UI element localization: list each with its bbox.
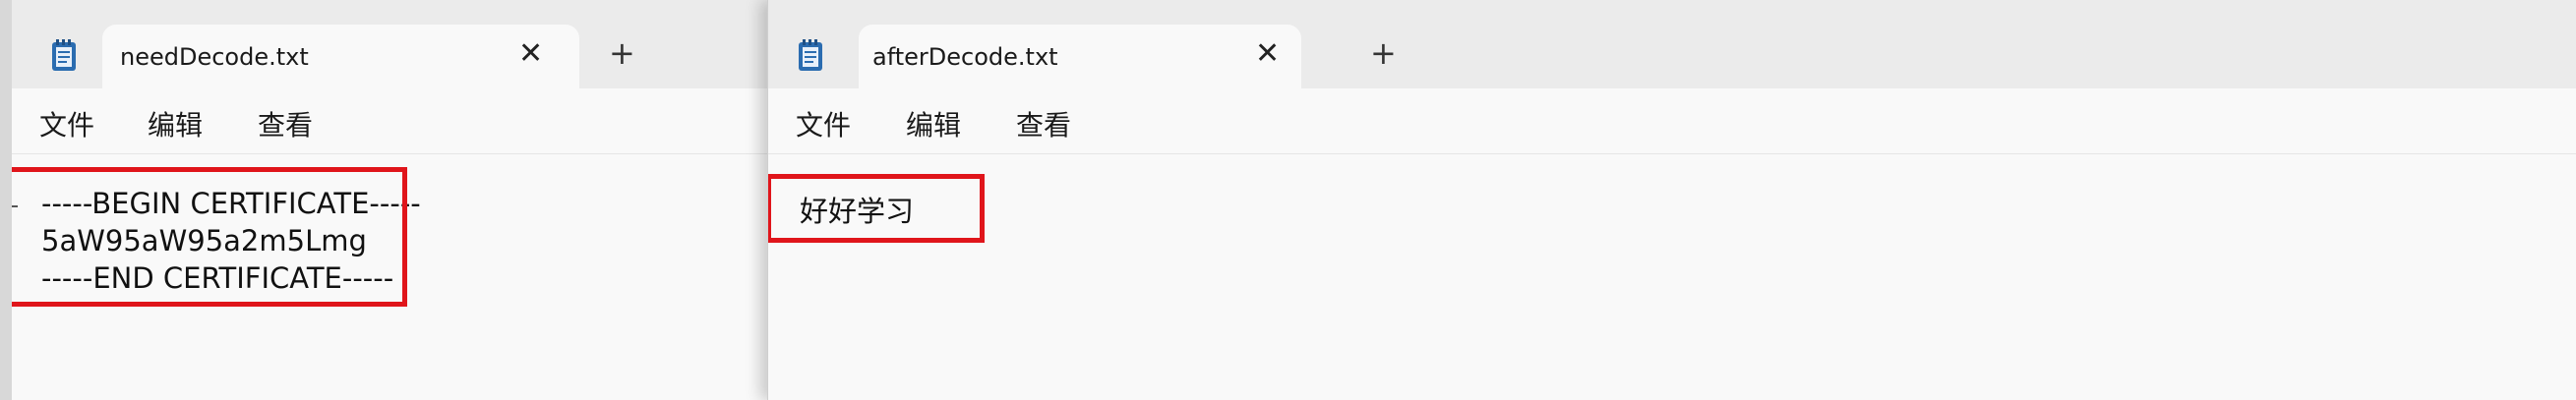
menu-bar: 文件 编辑 查看 [12, 88, 787, 154]
title-bar: afterDecode.txt ✕ + [768, 0, 2576, 88]
close-tab-icon[interactable]: ✕ [518, 39, 543, 69]
tab-needdecode[interactable]: needDecode.txt ✕ [52, 25, 579, 88]
new-tab-button[interactable]: + [609, 37, 635, 69]
menu-bar: 文件 编辑 查看 [768, 88, 2576, 154]
title-bar: needDecode.txt ✕ + [12, 0, 787, 88]
highlight-box [12, 167, 407, 307]
notepad-window-left: needDecode.txt ✕ + 文件 编辑 查看 -----BEGIN C… [0, 0, 787, 400]
tab-title: needDecode.txt [120, 43, 309, 71]
menu-view[interactable]: 查看 [258, 104, 313, 143]
new-tab-button[interactable]: + [1370, 37, 1397, 69]
menu-edit[interactable]: 编辑 [906, 104, 961, 143]
tab-afterdecode[interactable]: afterDecode.txt ✕ [799, 25, 1301, 88]
notepad-icon [52, 39, 76, 71]
text-editor[interactable]: 好好学习 [768, 154, 2576, 400]
notepad-window-right: afterDecode.txt ✕ + 文件 编辑 查看 好好学习 [767, 0, 2576, 400]
close-tab-icon[interactable]: ✕ [1255, 39, 1280, 69]
tab-title: afterDecode.txt [872, 43, 1058, 71]
menu-edit[interactable]: 编辑 [148, 104, 203, 143]
menu-file[interactable]: 文件 [39, 104, 94, 143]
text-editor[interactable]: -----BEGIN CERTIFICATE----- 5aW95aW95a2m… [12, 154, 787, 400]
menu-view[interactable]: 查看 [1016, 104, 1071, 143]
menu-file[interactable]: 文件 [796, 104, 851, 143]
highlight-box [768, 174, 985, 243]
notepad-icon [799, 39, 822, 71]
